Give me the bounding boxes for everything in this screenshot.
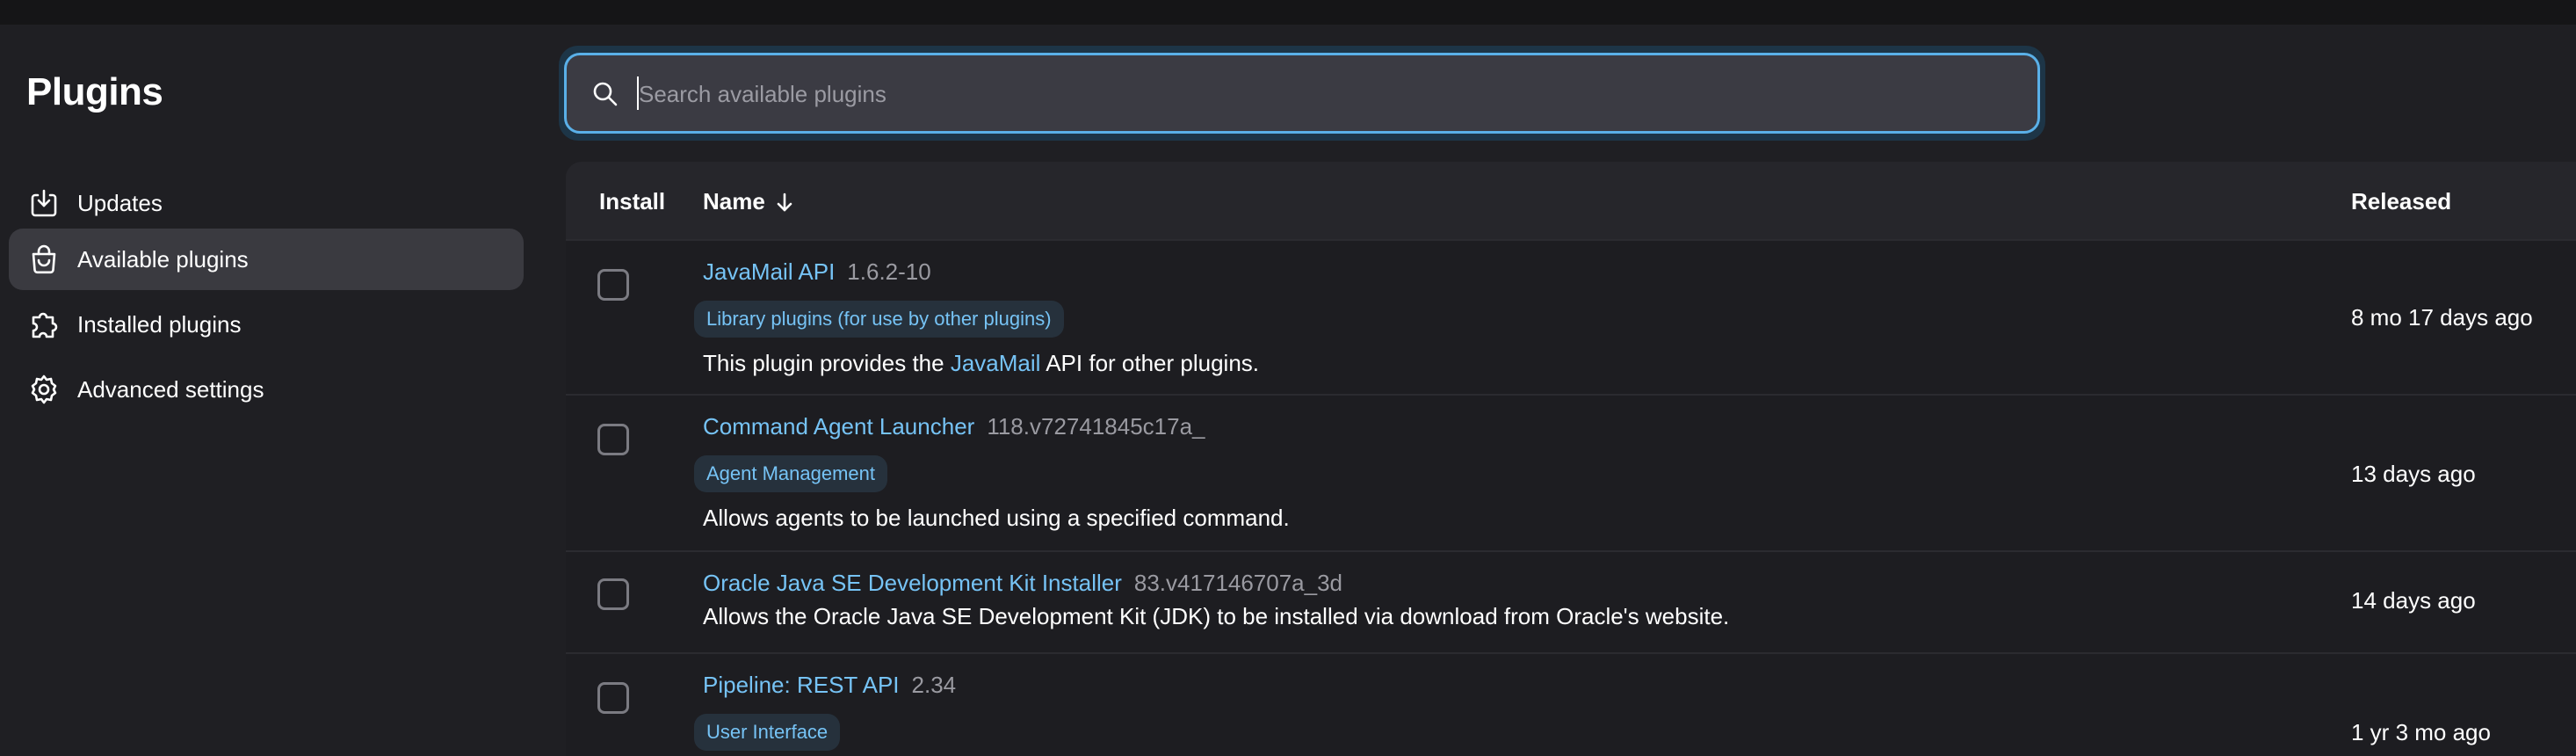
plugin-description: Allows agents to be launched using a spe…: [703, 505, 1290, 531]
sidebar-item-installed-plugins[interactable]: Installed plugins: [9, 294, 524, 355]
search-icon: [593, 82, 618, 106]
sidebar-item-available-plugins[interactable]: Available plugins: [9, 229, 524, 290]
sort-arrow-down-icon: [777, 193, 792, 211]
plugins-table: Install Name Released JavaMail API 1.6.2-…: [566, 162, 2576, 756]
text-caret: [637, 76, 639, 110]
shopping-bag-icon: [32, 244, 56, 274]
plugin-name-link[interactable]: Pipeline: REST API 2.34: [703, 672, 956, 699]
sidebar-item-advanced-settings[interactable]: Advanced settings: [9, 359, 524, 420]
plugin-version: 118.v72741845c17a_: [987, 413, 1205, 440]
plugin-name-link[interactable]: JavaMail API 1.6.2-10: [703, 258, 931, 286]
search-input[interactable]: [637, 73, 2011, 115]
install-checkbox[interactable]: [597, 578, 629, 610]
table-row: Oracle Java SE Development Kit Installer…: [566, 550, 2576, 654]
plugin-version: 2.34: [911, 672, 957, 698]
column-header-released: Released: [2351, 188, 2452, 214]
plugin-released: 8 mo 17 days ago: [2351, 304, 2533, 331]
top-bar: [0, 0, 2576, 25]
plugin-version: 83.v417146707a_3d: [1133, 570, 1342, 596]
plugin-category-tag[interactable]: User Interface: [694, 714, 841, 751]
column-header-name-label: Name: [703, 188, 765, 214]
sidebar: Plugins Updates Available plugins Instal…: [0, 25, 545, 756]
sidebar-item-label: Updates: [77, 189, 163, 216]
plugin-released: 14 days ago: [2351, 587, 2476, 614]
sidebar-item-updates[interactable]: Updates: [9, 172, 524, 234]
plugin-description: This plugin provides the JavaMail API fo…: [703, 350, 1260, 376]
install-checkbox[interactable]: [597, 269, 629, 301]
page-title: Plugins: [26, 70, 163, 113]
download-icon: [31, 189, 57, 217]
puzzle-icon: [32, 312, 58, 338]
column-header-install: Install: [599, 188, 666, 214]
table-row: Pipeline: REST API 2.34 User Interface 1 …: [566, 652, 2576, 756]
plugin-released: 1 yr 3 mo ago: [2351, 719, 2491, 745]
plugin-name-link[interactable]: Oracle Java SE Development Kit Installer…: [703, 570, 1342, 597]
table-row: Command Agent Launcher 118.v72741845c17a_…: [566, 394, 2576, 552]
column-header-name[interactable]: Name: [703, 188, 793, 215]
sidebar-item-label: Advanced settings: [77, 375, 264, 403]
plugin-category-tag[interactable]: Library plugins (for use by other plugin…: [694, 301, 1064, 338]
table-header: Install Name Released: [566, 162, 2576, 239]
javamail-link[interactable]: JavaMail: [951, 350, 1041, 376]
sidebar-item-label: Available plugins: [77, 245, 249, 273]
sidebar-item-label: Installed plugins: [77, 310, 242, 338]
install-checkbox[interactable]: [597, 424, 629, 455]
gear-icon: [31, 374, 57, 404]
plugin-description: Allows the Oracle Java SE Development Ki…: [703, 603, 1730, 629]
plugin-released: 13 days ago: [2351, 461, 2476, 487]
plugin-version: 1.6.2-10: [847, 258, 931, 285]
search-box[interactable]: [564, 53, 2040, 134]
table-row: JavaMail API 1.6.2-10 Library plugins (fo…: [566, 239, 2576, 396]
plugin-category-tag[interactable]: Agent Management: [694, 455, 888, 492]
plugin-name-link[interactable]: Command Agent Launcher 118.v72741845c17a_: [703, 413, 1205, 440]
install-checkbox[interactable]: [597, 682, 629, 714]
